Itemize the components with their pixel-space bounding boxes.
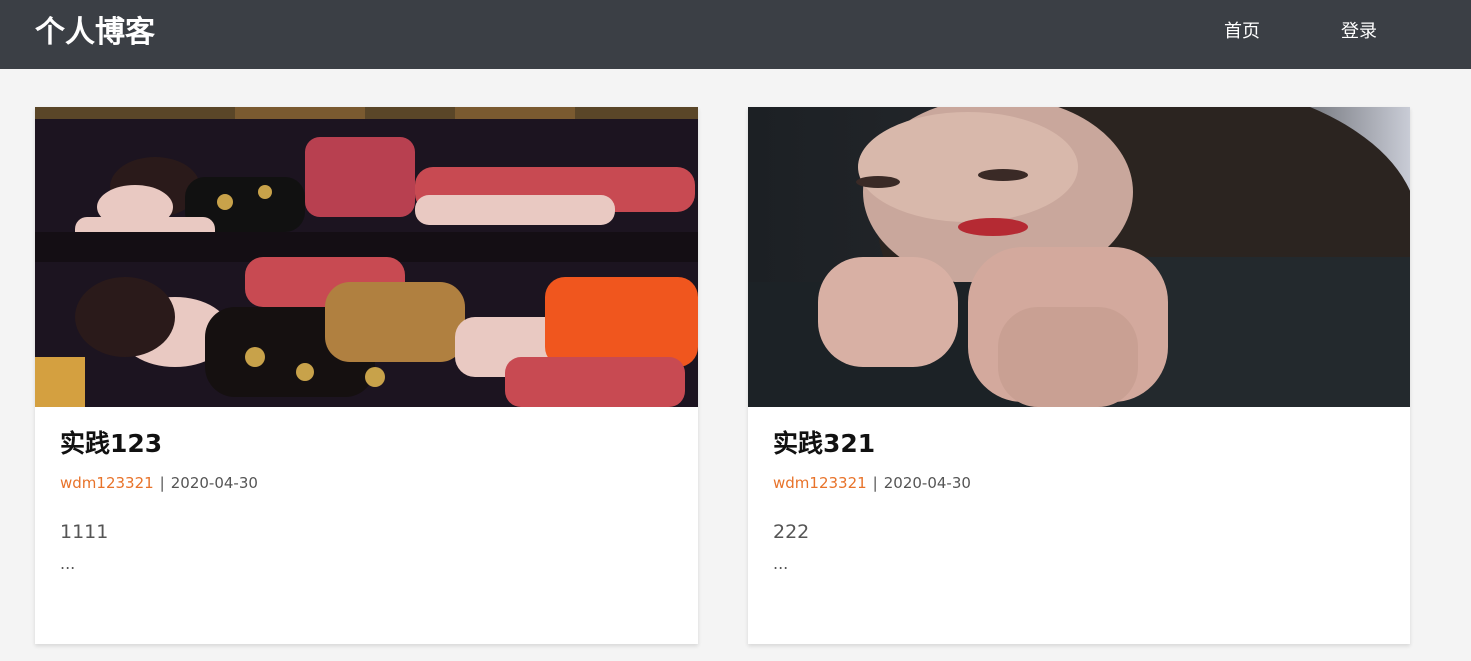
post-cover-image[interactable]	[748, 107, 1410, 407]
post-date: 2020-04-30	[883, 474, 971, 492]
post-author-link[interactable]: wdm123321	[773, 474, 867, 492]
meta-separator: |	[872, 474, 878, 492]
meta-separator: |	[159, 474, 165, 492]
post-title[interactable]: 实践123	[60, 427, 162, 461]
nav-home-link[interactable]: 首页	[1224, 20, 1260, 44]
site-brand[interactable]: 个人博客	[35, 13, 155, 53]
post-card[interactable]: 实践321 wdm123321 | 2020-04-30 222 ...	[748, 107, 1410, 644]
post-excerpt: 222	[773, 521, 810, 543]
post-more-ellipsis: ...	[773, 554, 789, 573]
post-author-link[interactable]: wdm123321	[60, 474, 154, 492]
post-date: 2020-04-30	[170, 474, 258, 492]
top-navbar: 个人博客 首页 登录	[0, 0, 1471, 69]
post-meta: wdm123321 | 2020-04-30	[60, 473, 258, 493]
post-meta: wdm123321 | 2020-04-30	[773, 473, 971, 493]
post-title[interactable]: 实践321	[773, 427, 875, 461]
nav-login-link[interactable]: 登录	[1341, 20, 1377, 44]
post-more-ellipsis: ...	[60, 554, 76, 573]
post-excerpt: 1111	[60, 521, 109, 543]
post-card[interactable]: 实践123 wdm123321 | 2020-04-30 1111 ...	[35, 107, 698, 644]
post-cover-image[interactable]	[35, 107, 698, 407]
